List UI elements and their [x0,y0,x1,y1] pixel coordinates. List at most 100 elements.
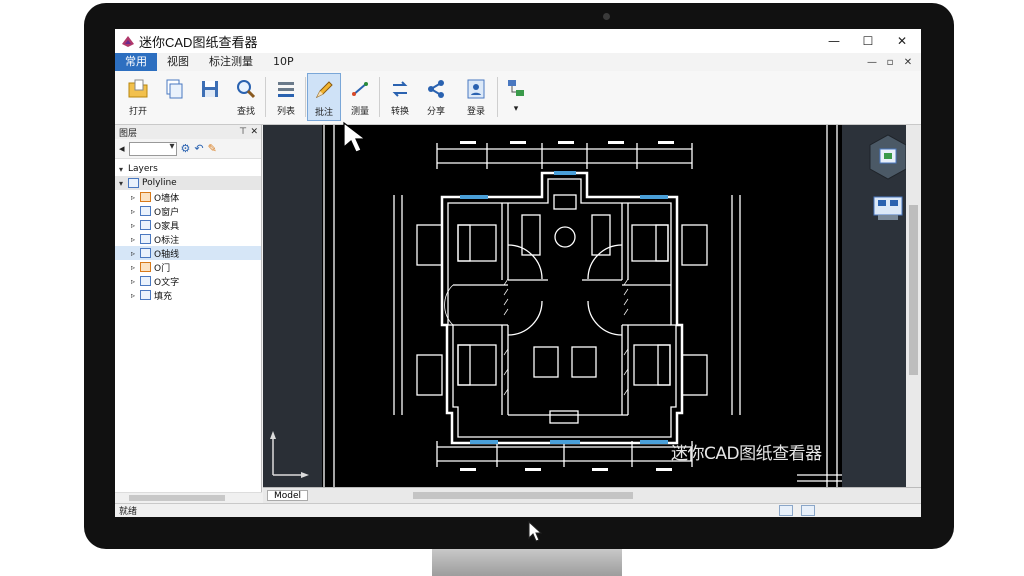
settings-icon[interactable]: ⚙ [181,142,191,155]
status-text: 就绪 [119,507,138,517]
panel-toolbar: ◂ ⚙ ↶ ✎ [115,139,261,159]
share-button[interactable]: 分享 [419,73,453,121]
annotate-label: 批注 [314,108,333,118]
expand-arrow-icon[interactable]: ▹ [131,291,140,300]
tree-item-label: O文字 [154,277,180,288]
tree-layer-item[interactable]: ▹ O门 [115,260,261,274]
panel-horizontal-scrollbar[interactable] [115,492,262,503]
expand-arrow-icon[interactable]: ▹ [131,235,140,244]
expand-arrow-icon[interactable]: ▹ [131,277,140,286]
scroll-thumb[interactable] [129,495,225,501]
tree-root-layers[interactable]: ▾ Layers [115,162,261,176]
scroll-thumb[interactable] [909,205,918,375]
share-label: 分享 [426,107,445,117]
pin-icon[interactable]: ⊤ [239,127,247,137]
copy-button[interactable] [157,73,191,121]
annotate-button[interactable]: 批注 [307,73,341,121]
app-window: 迷你CAD图纸查看器 — ☐ ✕ 常用 视图 标注测量 10P — ▫ ✕ 打开… [115,29,921,517]
webcam [603,13,610,20]
minimize-button[interactable]: — [817,29,851,53]
tree-item-label: 填充 [154,291,173,302]
login-button[interactable]: 登录 [459,73,493,121]
undo-icon[interactable]: ↶ [194,142,203,155]
canvas-vertical-scrollbar[interactable] [906,125,921,491]
find-button[interactable]: 查找 [229,73,263,121]
share-icon [428,80,444,98]
collapse-arrow-icon[interactable]: ▾ [119,165,128,174]
panel-close-icon[interactable]: ✕ [250,127,258,137]
copy-pages-icon [166,79,183,99]
snap-toggle-icon[interactable] [801,505,815,516]
app-logo-icon [122,36,134,47]
measure-button[interactable]: 测量 [343,73,377,121]
floor-plan-drawing [323,125,882,491]
tree-node-polyline[interactable]: ▾ Polyline [115,176,261,190]
monitor-stand [432,549,622,576]
layer-icon [140,206,151,216]
measure-icon [352,82,368,96]
tree-layer-item-selected[interactable]: ▹ O轴线 [115,246,261,260]
ribbon-toolbar: 打开 查找 列表 批注 测量 转换 分享 登录 ▾ [115,71,921,125]
tree-layer-item[interactable]: ▹ O家具 [115,218,261,232]
layer-icon [140,262,151,272]
tree-layer-item[interactable]: ▹ O墙体 [115,190,261,204]
menu-bar: 常用 视图 标注测量 10P [115,53,921,71]
menu-tab-10p[interactable]: 10P [263,53,304,71]
folder-icon [128,178,139,188]
scroll-thumb[interactable] [413,492,633,499]
expand-arrow-icon[interactable]: ▹ [131,249,140,258]
layer-filter-combo[interactable] [128,141,177,156]
expand-arrow-icon[interactable]: ▹ [131,221,140,230]
open-label: 打开 [128,107,147,117]
canvas-horizontal-scrollbar[interactable]: Model [263,487,921,503]
layers-panel: 图层 ⊤ ✕ ◂ ⚙ ↶ ✎ ▾ Layers ▾ Polyline ▹ [115,125,262,503]
tree-item-label: O门 [154,263,171,274]
network-button[interactable]: ▾ [499,73,533,121]
menu-tab-view[interactable]: 视图 [157,53,199,71]
expand-arrow-icon[interactable]: ▹ [131,207,140,216]
ribbon-separator [379,77,380,117]
network-icon [508,80,524,96]
tree-layer-item[interactable]: ▹ 填充 [115,288,261,302]
brush-icon[interactable]: ✎ [208,142,217,155]
doc-close-button[interactable]: ✕ [899,53,917,71]
network-dropdown-arrow[interactable]: ▾ [514,104,519,114]
grid-toggle-icon[interactable] [779,505,793,516]
list-icon [278,82,294,97]
menu-tab-annotate[interactable]: 标注测量 [199,53,263,71]
doc-minimize-button[interactable]: — [863,53,881,71]
layer-icon [140,220,151,230]
model-tab[interactable]: Model [267,490,309,501]
doc-restore-button[interactable]: ▫ [881,53,899,71]
window-title: 迷你CAD图纸查看器 [139,34,258,50]
expand-arrow-icon[interactable]: ▹ [131,193,140,202]
layer-icon [140,234,151,244]
tree-item-label: O标注 [154,235,180,246]
expand-arrow-icon[interactable]: ▹ [131,263,140,272]
measure-label: 测量 [350,107,369,117]
tree-layer-item[interactable]: ▹ O标注 [115,232,261,246]
status-bar: 就绪 [115,503,921,517]
tree-layer-item[interactable]: ▹ O文字 [115,274,261,288]
panel-header: 图层 ⊤ ✕ [115,125,261,139]
layer-icon [140,276,151,286]
menu-tab-home[interactable]: 常用 [115,53,157,71]
convert-icon [392,81,408,97]
collapse-arrow-icon[interactable]: ▾ [119,179,128,188]
pencil-icon [315,81,333,99]
tree-layer-item[interactable]: ▹ O窗户 [115,204,261,218]
drawing-canvas[interactable] [322,125,898,491]
close-button[interactable]: ✕ [885,29,919,53]
list-button[interactable]: 列表 [269,73,303,121]
open-button[interactable]: 打开 [121,73,155,121]
maximize-button[interactable]: ☐ [851,29,885,53]
save-button[interactable] [193,73,227,121]
layer-icon [140,248,151,258]
mouse-cursor-icon [343,121,367,153]
convert-button[interactable]: 转换 [383,73,417,121]
tree-item-label: O轴线 [154,249,180,260]
pointer-cursor-icon [528,521,543,542]
tree-item-label: Layers [128,164,158,174]
back-arrow-icon[interactable]: ◂ [119,142,125,155]
ribbon-separator [497,77,498,117]
